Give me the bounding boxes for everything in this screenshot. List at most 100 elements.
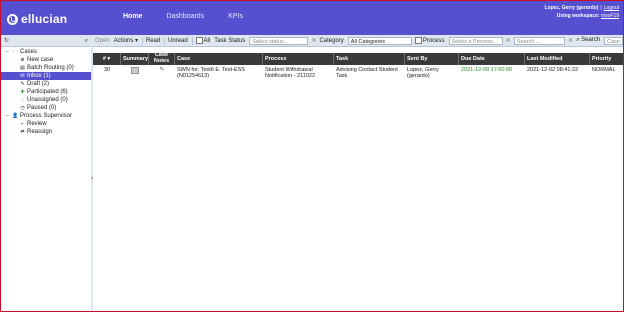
tree-item-label: Paused (0) [27,105,57,111]
collapse-icon[interactable]: – [4,112,11,120]
tree-group-label: Cases [20,49,38,55]
all-filter-label: All [203,38,211,45]
column-header-process[interactable]: Process [263,53,334,65]
tree-item-review[interactable]: ⌐ Review [1,120,91,128]
participated-icon: ✚ [20,89,25,95]
tree-group-process-supervisor[interactable]: – 👤 Process Supervisor [1,112,91,120]
column-header-number[interactable]: # ▾ [93,53,121,65]
table-header: # ▾ Summary Case Notes Case Process Task… [93,53,623,65]
search-button-label: Search [581,37,601,43]
user-name: Lopez, Gerry (gerardo) [544,5,599,11]
clear-search-icon[interactable]: ✕ [568,37,573,44]
tree-item-label: Review [27,121,47,127]
category-select[interactable]: All Categories [347,36,412,45]
toolbar-divider [191,36,193,45]
clear-task-status-icon[interactable]: ✕ [311,37,316,44]
category-label: Category [319,37,344,44]
sidebar: ↻ « – 🗀 Cases ⊕ New case ▤ Batch Routing… [1,35,92,311]
new-case-icon: ⊕ [20,57,25,63]
logo-mark-icon [7,13,18,25]
workspace-label: Using workspace: [556,13,600,19]
task-status-select[interactable]: Select status... [249,36,309,45]
logo-text: ellucian [21,12,68,26]
tree-item-participated[interactable]: ✚ Participated (6) [1,88,91,96]
read-button[interactable]: Read [146,38,160,44]
tree-item-unassigned[interactable]: ◌ Unassigned (0) [1,96,91,104]
case-list-toolbar: Open Actions ▾ Read Unread All Task Stat… [93,35,623,47]
case-id-input[interactable]: Case Id [604,36,623,45]
all-checkbox[interactable] [195,36,203,44]
review-icon: ⌐ [21,121,24,127]
reassign-icon: ⇄ [20,129,25,135]
case-notes-icon[interactable]: ✎ [159,67,164,73]
app-window: ellucian Home Dashboards KPIs Lopez, Ger… [0,0,624,312]
toolbar-divider [142,36,143,45]
unassigned-icon: ◌ [21,97,24,103]
tree-item-label: Participated (6) [27,89,68,95]
supervisor-user-icon: 👤 [12,113,19,119]
table-row[interactable]: 30 ✎ SWN for: Test6 E. Test-ESS (N012546… [93,66,623,80]
tree-item-label: Unassigned (0) [27,97,68,103]
all-filter[interactable]: All [195,36,211,45]
nav-kpis[interactable]: KPIs [216,1,255,35]
nav-dashboards[interactable]: Dashboards [154,1,216,35]
process-select[interactable]: Select a Process... [448,36,503,45]
task-status-label: Task Status [214,37,246,44]
logout-link[interactable]: Logout [604,5,619,11]
column-header-case-notes[interactable]: Case Notes [149,53,175,65]
user-bar: Lopez, Gerry (gerardo) | Logout Using work… [544,4,619,20]
tree-item-batch-routing[interactable]: ▤ Batch Routing (0) [1,64,91,72]
case-tree: – 🗀 Cases ⊕ New case ▤ Batch Routing (0)… [1,47,91,136]
open-button[interactable]: Open [95,38,110,44]
column-header-case[interactable]: Case [175,53,263,65]
actions-menu[interactable]: Actions ▾ [114,37,138,44]
process-checkbox[interactable] [414,36,422,44]
cell-due-date: 2021-12-08 17:00:00 [461,67,513,73]
tree-group-cases[interactable]: – 🗀 Cases [1,48,91,56]
column-header-due-date[interactable]: Due Date [459,53,525,65]
inbox-icon: ✉ [20,73,25,79]
batch-routing-icon: ▤ [20,65,25,71]
cell-summary[interactable] [121,66,149,80]
nav-home[interactable]: Home [111,1,154,35]
unread-button[interactable]: Unread [168,38,188,44]
draft-icon: ✎ [20,81,25,87]
tree-item-inbox[interactable]: ✉ Inbox (1) [1,72,91,80]
summary-icon[interactable] [131,67,139,74]
tree-item-label: Draft (2) [27,81,50,87]
main-nav: Home Dashboards KPIs [111,1,255,35]
cell-case: SWN for: Test6 E. Test-ESS (N01254613) [177,67,245,79]
column-header-label: # [102,56,106,62]
refresh-icon[interactable]: ↻ [4,37,9,44]
process-label: Process [414,36,445,45]
column-header-last-modified[interactable]: Last Modified [525,53,590,65]
tree-item-new-case[interactable]: ⊕ New case [1,56,91,64]
process-label-text: Process [422,38,445,45]
collapse-left-icon[interactable]: « [85,38,88,44]
search-input[interactable]: Search ... [513,36,566,45]
column-header-priority[interactable]: Priority [590,53,623,65]
chevron-down-icon: ▾ [135,38,139,44]
column-header-sent-by[interactable]: Sent By [405,53,459,65]
cell-sent-by: Lopez, Gerry (gerardo) [407,67,439,79]
clear-process-icon[interactable]: ✕ [506,37,511,44]
cell-case-notes[interactable]: ✎ [149,66,175,80]
ellucian-logo[interactable]: ellucian [7,12,67,26]
sort-desc-icon: ▾ [107,56,111,62]
tree-group-label: Process Supervisor [20,113,73,119]
tree-item-label: Batch Routing (0) [27,65,74,71]
search-button[interactable]: ⌕ Search [576,37,600,44]
top-header: ellucian Home Dashboards KPIs Lopez, Ger… [1,1,623,35]
cell-task: Advising Contact Student Task [336,67,398,79]
cell-last-modified: 2021-12-02 08:41:22 [527,67,579,73]
cases-folder-icon: 🗀 [12,49,18,55]
column-header-task[interactable]: Task [334,53,405,65]
collapse-icon[interactable]: – [4,48,11,56]
tree-item-reassign[interactable]: ⇄ Reassign [1,128,91,136]
search-icon: ⌕ [576,37,580,43]
column-header-summary[interactable]: Summary [121,53,149,65]
workspace-link[interactable]: msoF19 [601,13,619,19]
tree-item-paused[interactable]: ◷ Paused (0) [1,104,91,112]
case-list-panel: Open Actions ▾ Read Unread All Task Stat… [93,35,623,311]
tree-item-draft[interactable]: ✎ Draft (2) [1,80,91,88]
